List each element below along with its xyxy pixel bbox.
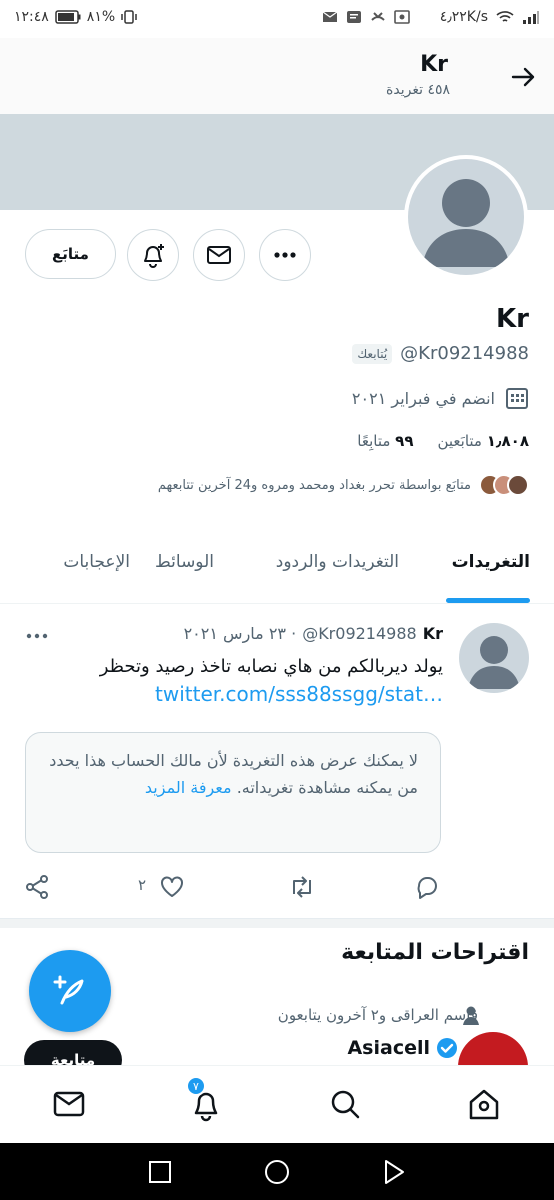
heart-icon[interactable] [159, 874, 185, 900]
section-divider [0, 918, 554, 928]
follow-counts: ١٫٨٠٨ متابَعين ٩٩ متابِعًا [357, 432, 529, 450]
tweet-date: · ٢٣ مارس ٢٠٢١ [183, 624, 297, 643]
recents-icon[interactable] [148, 1160, 172, 1184]
more-options-button[interactable] [259, 229, 311, 281]
default-avatar-icon [468, 636, 520, 689]
home-circle-icon[interactable] [263, 1158, 291, 1186]
screenshot-notification-icon [394, 10, 410, 24]
status-left: ١٢:٤٨ ٨١% [14, 9, 137, 25]
following-link[interactable]: ٩٩ متابِعًا [357, 432, 413, 450]
wifi-icon [496, 10, 514, 24]
tab-likes[interactable]: الإعجابات [63, 552, 130, 572]
tweet-text: يولد ديربالكم من هاي نصابه تاخذ رصيد وتح… [99, 656, 443, 677]
back-arrow-icon[interactable] [508, 62, 538, 92]
tweet-actions: ٢ [0, 872, 554, 902]
profile-avatar[interactable] [404, 155, 528, 279]
tab-media[interactable]: الوسائط [155, 552, 214, 572]
sms-notification-icon [346, 10, 362, 24]
joined-date: انضم في فبراير ٢٠٢١ [351, 388, 495, 408]
suggestion-name: Asiacell [347, 1037, 430, 1059]
following-count: ٩٩ [395, 432, 414, 450]
suggestions-title: اقتراحات المتابعة [341, 940, 529, 965]
status-right: ٤٫٢٢K/s [440, 9, 540, 25]
share-icon[interactable] [24, 874, 50, 900]
notification-badge: ٧ [186, 1076, 206, 1096]
search-nav-icon[interactable] [327, 1086, 363, 1122]
battery-icon [55, 10, 81, 24]
tweet-header: Kr @Kr09214988 · ٢٣ مارس ٢٠٢١ [184, 624, 443, 643]
active-tab-indicator [446, 598, 530, 603]
mail-notification-icon [322, 10, 338, 24]
profile-tabs: التغريدات التغريدات والردود الوسائط الإع… [0, 532, 554, 604]
tab-tweets[interactable]: التغريدات [452, 552, 530, 572]
feather-plus-icon [50, 971, 90, 1011]
like-count: ٢ [138, 876, 147, 894]
compose-tweet-button[interactable] [29, 950, 111, 1032]
joined-row: انضم في فبراير ٢٠٢١ [352, 386, 529, 410]
more-dots-icon [273, 251, 297, 259]
home-nav-icon[interactable] [466, 1086, 502, 1122]
missed-call-icon [370, 10, 386, 24]
following-button[interactable]: متابَع [25, 229, 116, 279]
bottom-navigation [0, 1065, 554, 1143]
tab-tweets-replies[interactable]: التغريدات والردود [276, 552, 399, 572]
handle-row: @Kr09214988 يُتابعك [352, 343, 529, 364]
reply-icon[interactable] [414, 874, 440, 900]
followed-by-text: متابَع بواسطة تحرر بغداد ومحمد ومروه و24… [157, 477, 471, 493]
handle: @Kr09214988 [400, 343, 529, 364]
header-title: Kr [420, 52, 448, 77]
followers-count: ١٫٨٠٨ [486, 432, 529, 450]
notification-icons [322, 10, 410, 24]
suggestion-name-row[interactable]: Asiacell [347, 1037, 458, 1059]
clock: ١٢:٤٨ [14, 9, 49, 25]
avatar [507, 474, 529, 496]
vibrate-icon [121, 9, 137, 25]
tweet-count: ٤٥٨ تغريدة [386, 82, 450, 98]
tweet-avatar[interactable] [459, 623, 529, 693]
person-icon [460, 1004, 482, 1026]
followed-by-row[interactable]: متابَع بواسطة تحرر بغداد ومحمد ومروه و24… [158, 474, 529, 496]
bell-plus-icon [139, 241, 167, 269]
tweet-author-handle: @Kr09214988 [302, 624, 417, 643]
message-button[interactable] [193, 229, 245, 281]
default-avatar-icon [422, 179, 510, 267]
followers-link[interactable]: ١٫٨٠٨ متابَعين [437, 432, 529, 450]
followers-label: متابَعين [437, 432, 482, 450]
profile-header: Kr ٤٥٨ تغريدة [0, 38, 554, 114]
system-navigation-bar [0, 1143, 554, 1200]
signal-icon [522, 10, 540, 24]
tweet-author-name[interactable]: Kr [423, 624, 443, 643]
battery-percent: ٨١% [86, 9, 116, 25]
follows-you-badge: يُتابعك [352, 343, 393, 364]
retweet-icon[interactable] [288, 874, 316, 900]
messages-nav-icon[interactable] [51, 1086, 87, 1122]
learn-more-link[interactable]: معرفة المزيد [145, 778, 232, 797]
envelope-icon [206, 244, 232, 266]
status-bar: ١٢:٤٨ ٨١% ٤٫٢٢K/s [0, 0, 554, 38]
verified-badge-icon [436, 1037, 458, 1059]
withheld-notice: لا يمكنك عرض هذه التغريدة لأن مالك الحسا… [25, 732, 441, 853]
suggestion-social-context: قاسم العراقى و٢ آخرون يتابعون [277, 1006, 478, 1024]
network-speed: ٤٫٢٢K/s [439, 9, 488, 25]
back-triangle-icon[interactable] [381, 1158, 407, 1186]
display-name: Kr [496, 304, 529, 334]
tweet-more-icon[interactable] [26, 632, 48, 640]
following-label: متابِعًا [357, 432, 391, 450]
notifications-button[interactable] [127, 229, 179, 281]
calendar-icon [505, 386, 529, 410]
withheld-text: لا يمكنك عرض هذه التغريدة لأن مالك الحسا… [49, 751, 418, 797]
tweet-link[interactable]: twitter.com/sss88ssgg/stat… [23, 682, 443, 706]
mutual-avatars [479, 474, 529, 496]
